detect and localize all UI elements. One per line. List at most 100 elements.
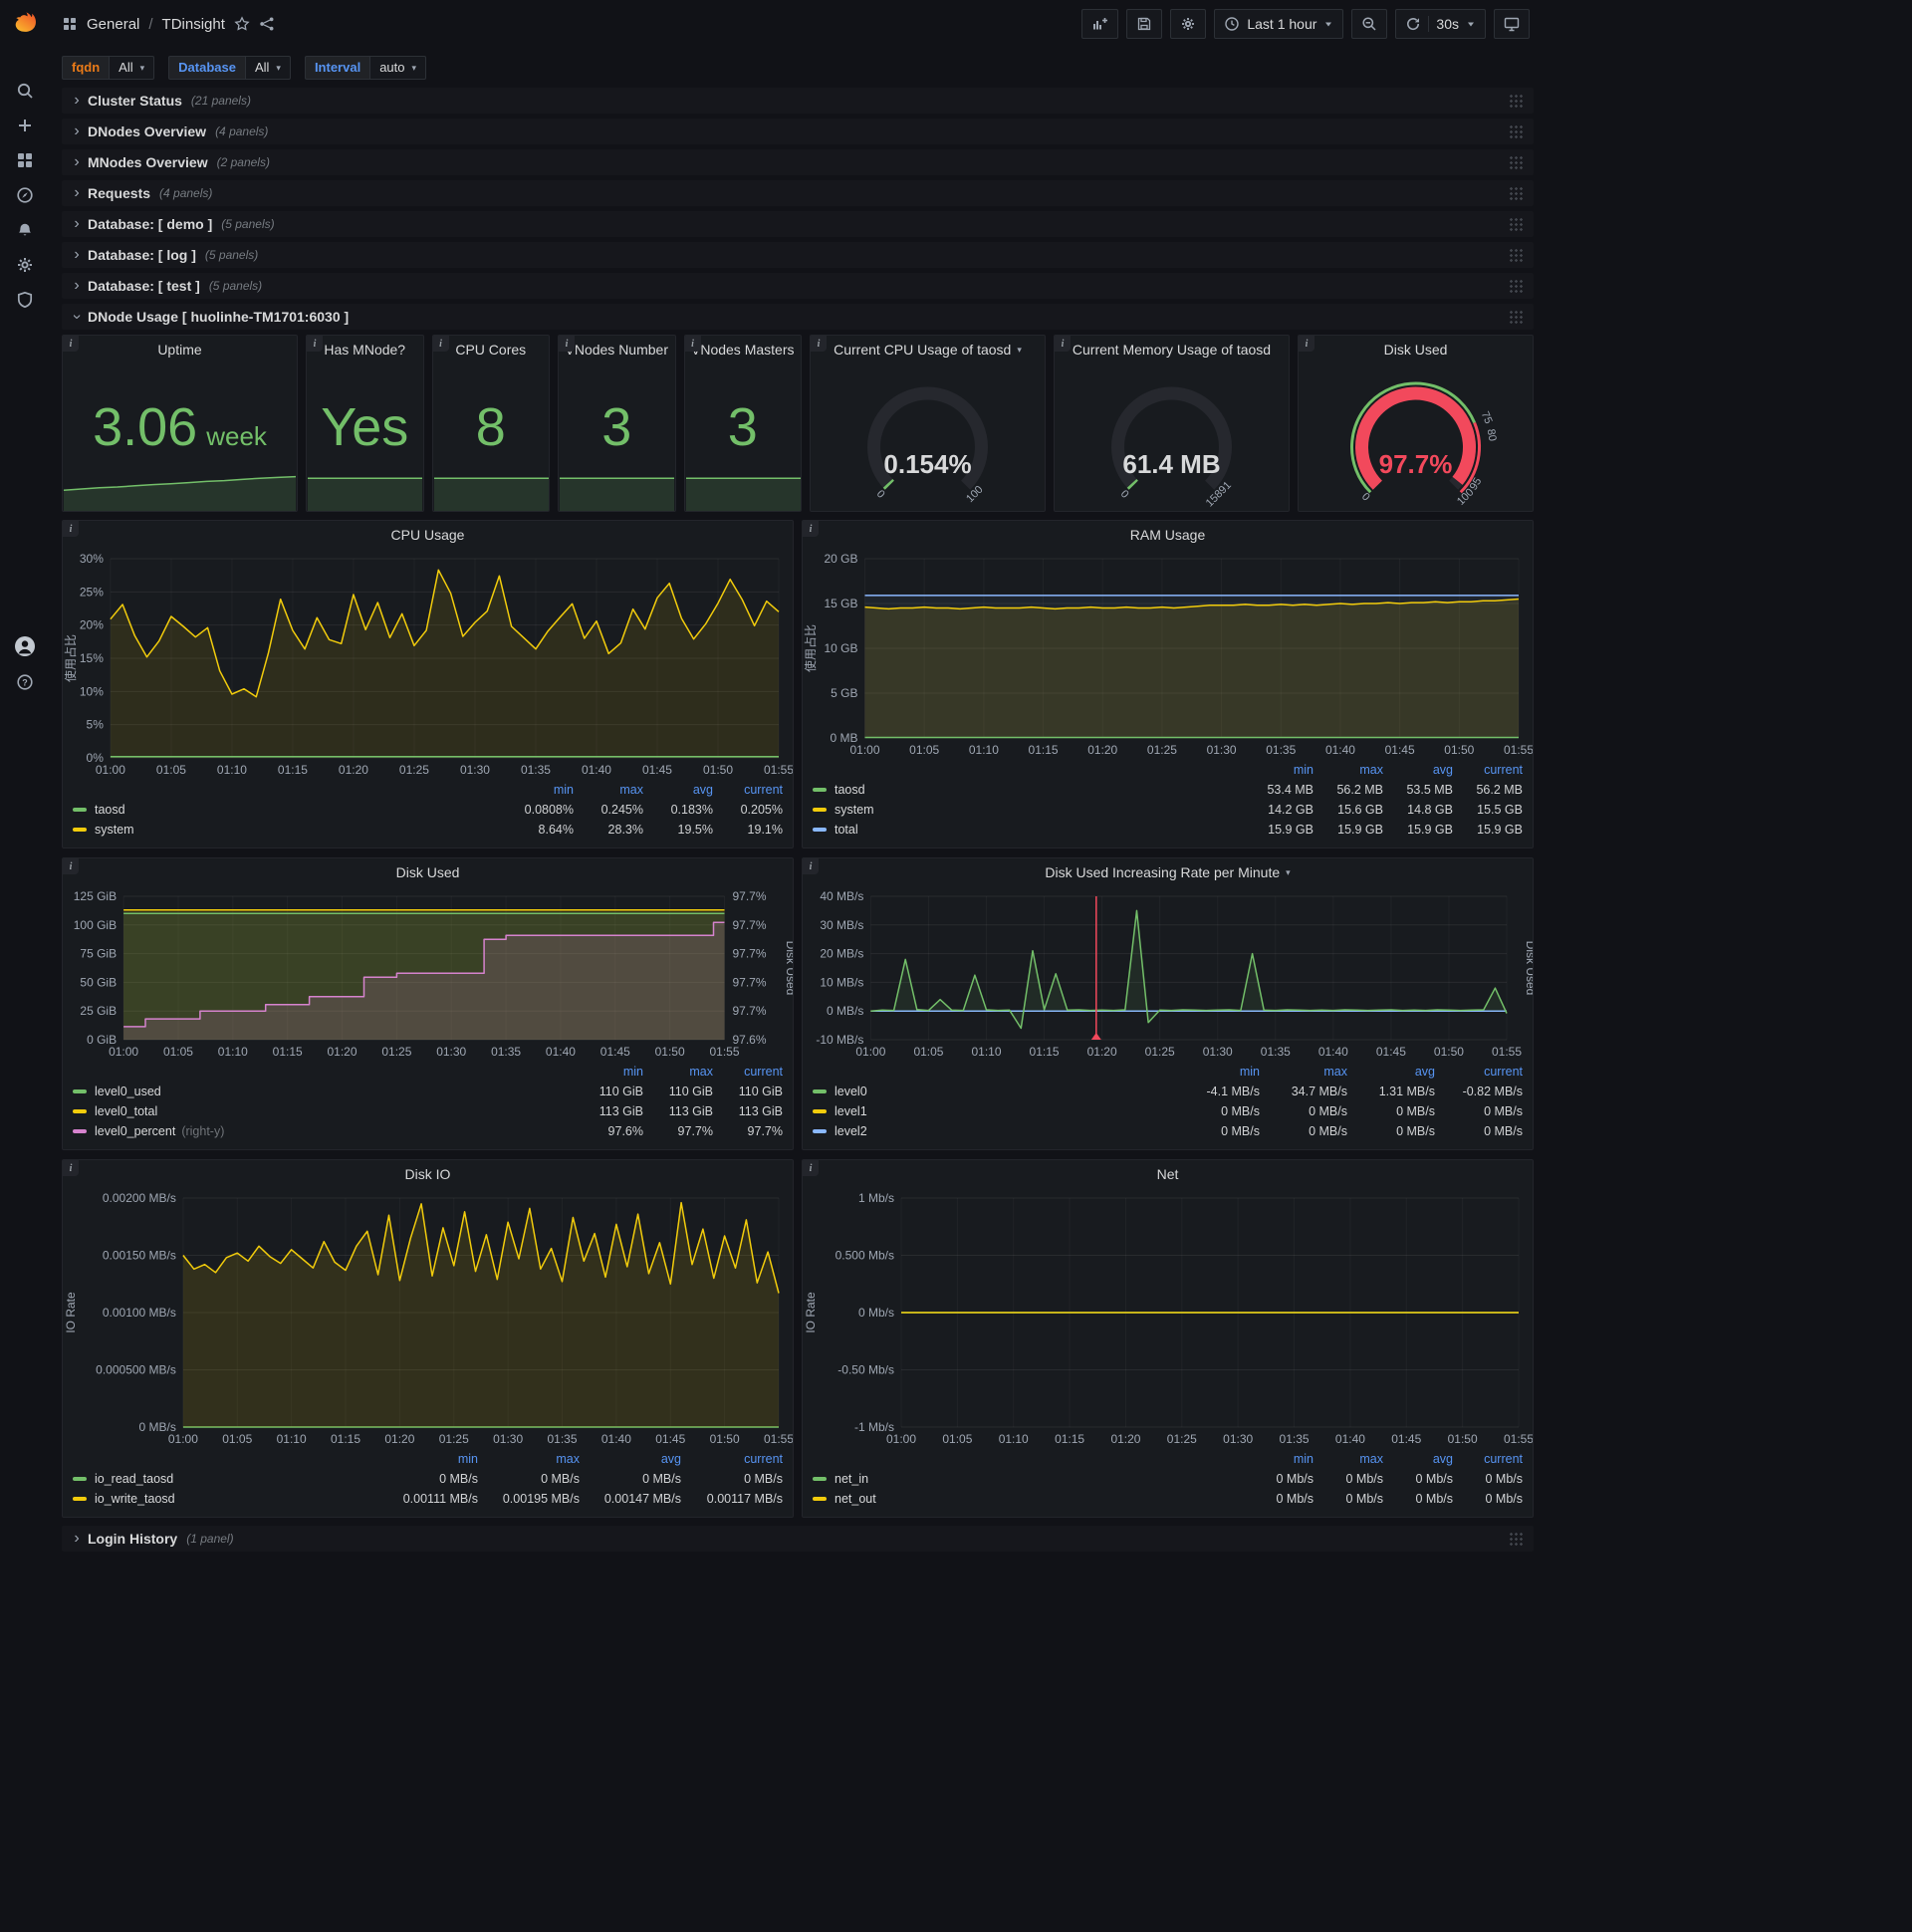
row-drag-handle[interactable] xyxy=(1509,279,1524,293)
legend-column-header[interactable]: current xyxy=(1435,1065,1523,1079)
series-name[interactable]: total xyxy=(835,823,858,837)
series-name[interactable]: io_write_taosd xyxy=(95,1492,175,1506)
panel-title[interactable]: Disk Used Increasing Rate per Minute ▾ xyxy=(803,858,1533,886)
dashboard-row[interactable]: › Requests (4 panels) xyxy=(62,180,1534,206)
search-icon[interactable] xyxy=(16,82,34,100)
series-color-swatch[interactable] xyxy=(73,808,87,812)
variable-label[interactable]: Database xyxy=(168,56,245,80)
series-color-swatch[interactable] xyxy=(813,1129,827,1133)
row-drag-handle[interactable] xyxy=(1509,155,1524,169)
server-admin-shield-icon[interactable] xyxy=(16,291,34,309)
dashboard-row[interactable]: › MNodes Overview (2 panels) xyxy=(62,149,1534,175)
dashboard-row[interactable]: › Database: [ test ] (5 panels) xyxy=(62,273,1534,299)
explore-compass-icon[interactable] xyxy=(16,186,34,204)
series-name[interactable]: level1 xyxy=(835,1104,867,1118)
series-color-swatch[interactable] xyxy=(73,1089,87,1093)
series-name[interactable]: taosd xyxy=(95,803,125,817)
series-color-swatch[interactable] xyxy=(813,1497,827,1501)
series-name[interactable]: level0_used xyxy=(95,1085,161,1098)
save-dashboard-button[interactable] xyxy=(1126,9,1163,39)
legend-column-header[interactable]: min xyxy=(1172,1065,1260,1079)
legend-column-header[interactable]: min xyxy=(1244,1452,1314,1466)
series-color-swatch[interactable] xyxy=(813,1477,827,1481)
panel-title[interactable]: VNodes Masters xyxy=(685,336,802,363)
panel-info-icon[interactable]: i xyxy=(63,858,79,874)
panel-title[interactable]: Disk Used xyxy=(63,858,793,886)
panel-info-icon[interactable]: i xyxy=(803,1160,819,1176)
panel-title[interactable]: Disk Used xyxy=(1299,336,1533,363)
panel-info-icon[interactable]: i xyxy=(1055,336,1071,352)
series-color-swatch[interactable] xyxy=(813,1089,827,1093)
zoom-out-button[interactable] xyxy=(1351,9,1388,39)
panel-title[interactable]: Disk IO xyxy=(63,1160,793,1188)
legend-column-header[interactable]: current xyxy=(1453,763,1523,777)
row-drag-handle[interactable] xyxy=(1509,217,1524,231)
legend-column-header[interactable]: min xyxy=(376,1452,478,1466)
variable-value-dropdown[interactable]: All ▾ xyxy=(109,56,155,80)
dashboard-row[interactable]: › Database: [ demo ] (5 panels) xyxy=(62,211,1534,237)
panel-info-icon[interactable]: i xyxy=(684,336,701,352)
series-color-swatch[interactable] xyxy=(813,1109,827,1113)
panel-title[interactable]: VNodes Number xyxy=(559,336,675,363)
panel-title[interactable]: RAM Usage xyxy=(803,521,1533,549)
panel-info-icon[interactable]: i xyxy=(803,521,819,537)
panel-info-icon[interactable]: i xyxy=(63,1160,79,1176)
panel-title[interactable]: CPU Usage xyxy=(63,521,793,549)
dashboard-row[interactable]: › Login History (1 panel) xyxy=(62,1526,1534,1552)
series-color-swatch[interactable] xyxy=(73,1129,87,1133)
refresh-picker[interactable]: 30s xyxy=(1395,9,1486,39)
user-avatar[interactable] xyxy=(14,635,36,657)
series-name[interactable]: system xyxy=(95,823,134,837)
row-drag-handle[interactable] xyxy=(1509,186,1524,200)
add-panel-button[interactable] xyxy=(1081,9,1119,39)
legend-column-header[interactable]: max xyxy=(574,783,643,797)
legend-column-header[interactable]: max xyxy=(1314,763,1383,777)
alerting-bell-icon[interactable] xyxy=(16,221,34,239)
configuration-gear-icon[interactable] xyxy=(16,256,34,274)
legend-column-header[interactable]: avg xyxy=(1383,763,1453,777)
legend-column-header[interactable]: min xyxy=(574,1065,643,1079)
kiosk-mode-button[interactable] xyxy=(1494,9,1530,39)
series-color-swatch[interactable] xyxy=(813,828,827,832)
variable-label[interactable]: fqdn xyxy=(62,56,110,80)
legend-column-header[interactable]: current xyxy=(713,1065,783,1079)
dashboard-row-expanded[interactable]: › DNode Usage [ huolinhe-TM1701:6030 ] xyxy=(62,304,1534,330)
dashboard-settings-button[interactable] xyxy=(1170,9,1207,39)
panel-info-icon[interactable]: i xyxy=(811,336,827,352)
legend-column-header[interactable]: current xyxy=(713,783,783,797)
legend-column-header[interactable]: max xyxy=(1260,1065,1347,1079)
panel-info-icon[interactable]: i xyxy=(63,336,79,352)
panel-info-icon[interactable]: i xyxy=(559,336,575,352)
series-color-swatch[interactable] xyxy=(73,1497,87,1501)
share-icon[interactable] xyxy=(259,16,275,32)
series-color-swatch[interactable] xyxy=(813,808,827,812)
series-name[interactable]: taosd xyxy=(835,783,865,797)
breadcrumb-section[interactable]: General xyxy=(87,16,139,33)
breadcrumb-page[interactable]: TDinsight xyxy=(162,16,225,33)
variable-value-dropdown[interactable]: auto ▾ xyxy=(369,56,427,80)
legend-column-header[interactable]: current xyxy=(681,1452,783,1466)
panel-title[interactable]: Current Memory Usage of taosd xyxy=(1055,336,1289,363)
series-name[interactable]: io_read_taosd xyxy=(95,1472,173,1486)
legend-column-header[interactable]: min xyxy=(504,783,574,797)
series-color-swatch[interactable] xyxy=(73,828,87,832)
panel-title[interactable]: CPU Cores xyxy=(433,336,550,363)
panel-info-icon[interactable]: i xyxy=(1299,336,1314,352)
row-drag-handle[interactable] xyxy=(1509,248,1524,262)
panel-title[interactable]: Current CPU Usage of taosd ▾ xyxy=(811,336,1045,363)
dashboards-icon[interactable] xyxy=(16,151,34,169)
legend-column-header[interactable]: min xyxy=(1244,763,1314,777)
variable-value-dropdown[interactable]: All ▾ xyxy=(244,56,291,80)
legend-column-header[interactable]: avg xyxy=(643,783,713,797)
panel-info-icon[interactable]: i xyxy=(63,521,79,537)
panel-info-icon[interactable]: i xyxy=(307,336,323,352)
panel-title[interactable]: Uptime xyxy=(63,336,297,363)
series-name[interactable]: level2 xyxy=(835,1124,867,1138)
series-color-swatch[interactable] xyxy=(813,788,827,792)
legend-column-header[interactable]: max xyxy=(1314,1452,1383,1466)
series-name[interactable]: net_in xyxy=(835,1472,868,1486)
star-icon[interactable] xyxy=(234,16,250,32)
series-name[interactable]: system xyxy=(835,803,874,817)
panel-info-icon[interactable]: i xyxy=(432,336,449,352)
series-name[interactable]: net_out xyxy=(835,1492,876,1506)
